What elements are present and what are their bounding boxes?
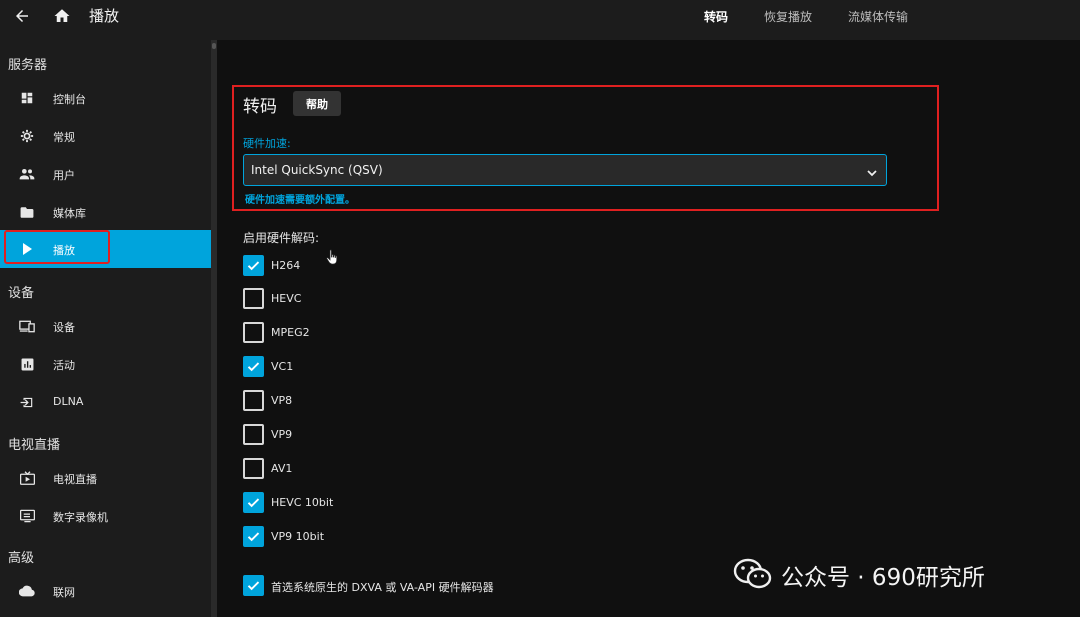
checkbox-label: VP8: [271, 394, 293, 407]
checkbox-label: HEVC: [271, 292, 302, 305]
hw-accel-hint: 硬件加速需要额外配置。: [245, 195, 355, 206]
tab-transcoding[interactable]: 转码: [704, 8, 728, 25]
checkbox-label: HEVC 10bit: [271, 496, 334, 509]
codec-row-mpeg2[interactable]: MPEG2: [243, 322, 643, 344]
gear-icon: [19, 128, 35, 144]
sidebar-item-label: 电视直播: [53, 473, 97, 486]
codec-row-vp9-10bit[interactable]: VP9 10bit: [243, 526, 643, 548]
checkbox-vc1[interactable]: [243, 356, 264, 377]
page-title: 播放: [89, 7, 120, 25]
sidebar-item-dashboard[interactable]: 控制台: [0, 79, 211, 117]
dashboard-icon: [19, 90, 35, 106]
input-icon: [19, 394, 35, 410]
sidebar-section-livetv: 电视直播: [8, 438, 61, 453]
codec-row-h264[interactable]: H264: [243, 255, 643, 277]
hw-accel-select[interactable]: Intel QuickSync (QSV): [243, 154, 887, 186]
sidebar-item-label: 活动: [53, 359, 75, 372]
checkbox-mpeg2[interactable]: [243, 322, 264, 343]
app-header: 播放 转码 恢复播放 流媒体传输: [0, 0, 1080, 40]
sidebar-item-general[interactable]: 常规: [0, 117, 211, 155]
checkbox-vp8[interactable]: [243, 390, 264, 411]
checkbox-label: VP9 10bit: [271, 530, 325, 543]
chevron-down-icon: [866, 164, 878, 177]
codec-row-vc1[interactable]: VC1: [243, 356, 643, 378]
codec-row-vp8[interactable]: VP8: [243, 390, 643, 412]
sidebar-section-advanced: 高级: [8, 551, 35, 566]
prefer-native-decoder-row[interactable]: 首选系统原生的 DXVA 或 VA-API 硬件解码器: [243, 575, 643, 597]
folder-icon: [19, 204, 35, 220]
codec-row-vp9[interactable]: VP9: [243, 424, 643, 446]
codec-row-hevc[interactable]: HEVC: [243, 288, 643, 310]
people-icon: [19, 166, 35, 182]
sidebar-scrollbar-thumb[interactable]: [212, 43, 216, 49]
sidebar-item-livetv[interactable]: 电视直播: [0, 459, 211, 497]
checkbox-label: VP9: [271, 428, 293, 441]
checkbox-h264[interactable]: [243, 255, 264, 276]
sidebar-item-label: 控制台: [53, 93, 86, 106]
tab-streaming[interactable]: 流媒体传输: [848, 8, 908, 25]
checkbox-av1[interactable]: [243, 458, 264, 479]
sidebar-item-label: 用户: [53, 169, 75, 182]
sidebar-item-networking[interactable]: 联网: [0, 572, 211, 610]
tab-resume[interactable]: 恢复播放: [764, 8, 812, 25]
home-icon[interactable]: [52, 6, 72, 26]
checkbox-label: H264: [271, 259, 301, 272]
sidebar-item-label: 数字录像机: [53, 511, 108, 524]
section-title: 转码: [243, 97, 277, 117]
sidebar-item-libraries[interactable]: 媒体库: [0, 193, 211, 231]
checkbox-hevc-10bit[interactable]: [243, 492, 264, 513]
checkbox-vp9[interactable]: [243, 424, 264, 445]
wechat-icon: [733, 558, 773, 594]
sidebar-item-label: DLNA: [53, 395, 84, 408]
hw-accel-value: Intel QuickSync (QSV): [251, 163, 383, 177]
help-button[interactable]: 帮助: [293, 91, 341, 116]
hw-decoding-label: 启用硬件解码:: [243, 231, 320, 245]
watermark-text: 公众号 · 690研究所: [781, 565, 985, 591]
sidebar-item-label: 常规: [53, 131, 75, 144]
sidebar-section-server: 服务器: [8, 58, 48, 73]
sidebar-item-users[interactable]: 用户: [0, 155, 211, 193]
checkbox-prefer-native-decoder[interactable]: [243, 575, 264, 596]
mouse-pointer-icon: [326, 249, 338, 269]
checkbox-vp9-10bit[interactable]: [243, 526, 264, 547]
highlight-box-sidebar: [4, 230, 110, 264]
sidebar-item-label: 媒体库: [53, 207, 86, 220]
dvr-icon: [19, 508, 35, 524]
checkbox-label: AV1: [271, 462, 293, 475]
sidebar-item-dvr[interactable]: 数字录像机: [0, 497, 211, 535]
sidebar-item-label: 联网: [53, 586, 75, 599]
codec-row-av1[interactable]: AV1: [243, 458, 643, 480]
live-tv-icon: [19, 470, 35, 486]
hw-accel-label: 硬件加速:: [243, 137, 291, 150]
activity-icon: [19, 356, 35, 372]
checkbox-label: 首选系统原生的 DXVA 或 VA-API 硬件解码器: [271, 581, 494, 594]
sidebar-scrollbar[interactable]: [211, 40, 217, 617]
sidebar-item-devices[interactable]: 设备: [0, 307, 211, 345]
checkbox-label: MPEG2: [271, 326, 310, 339]
back-arrow-icon[interactable]: [12, 6, 32, 26]
sidebar-item-label: 设备: [53, 321, 75, 334]
sidebar-section-devices: 设备: [8, 286, 35, 301]
cloud-icon: [19, 583, 35, 599]
checkbox-hevc[interactable]: [243, 288, 264, 309]
codec-row-hevc-10bit[interactable]: HEVC 10bit: [243, 492, 643, 514]
sidebar-item-activity[interactable]: 活动: [0, 345, 211, 383]
sidebar-item-dlna[interactable]: DLNA: [0, 383, 211, 421]
watermark: 公众号 · 690研究所: [733, 556, 1063, 592]
checkbox-label: VC1: [271, 360, 294, 373]
devices-icon: [19, 318, 35, 334]
